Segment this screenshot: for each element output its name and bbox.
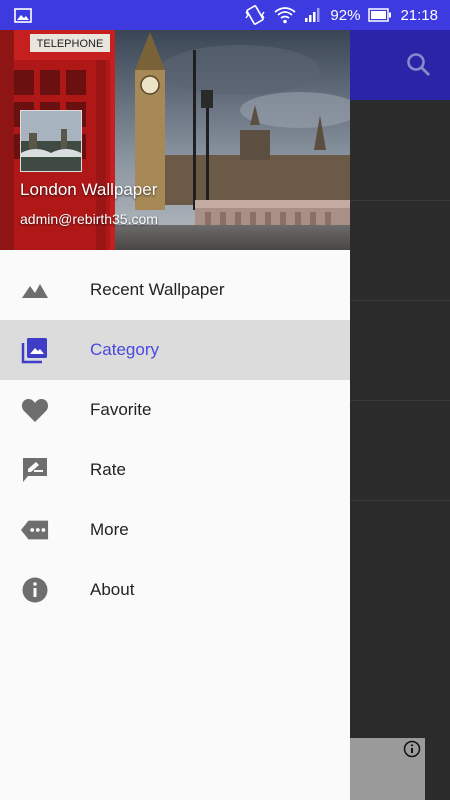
- drawer-email: admin@rebirth35.com: [20, 211, 158, 227]
- info-icon: [21, 577, 49, 603]
- status-bar: 92% 21:18: [0, 0, 450, 30]
- svg-text:TELEPHONE: TELEPHONE: [37, 38, 104, 50]
- heart-icon: [21, 397, 49, 423]
- menu-item-rate[interactable]: Rate: [0, 440, 350, 500]
- battery-percent: 92%: [330, 6, 361, 24]
- search-icon[interactable]: [406, 52, 432, 83]
- signal-icon: [304, 7, 322, 23]
- wifi-icon: [274, 5, 296, 25]
- rate-review-icon: [21, 457, 49, 483]
- menu-label: More: [90, 520, 129, 539]
- photo-library-icon: [21, 337, 49, 364]
- content-divider: [350, 200, 450, 201]
- content-divider: [350, 400, 450, 401]
- battery-icon: [368, 8, 392, 22]
- menu-item-about[interactable]: About: [0, 560, 350, 620]
- drawer-header: TELEPHONE London Wallpaper admin@rebirth…: [0, 30, 350, 250]
- more-tag-icon: [21, 517, 49, 543]
- menu-item-favorite[interactable]: Favorite: [0, 380, 350, 440]
- menu-item-more[interactable]: More: [0, 500, 350, 560]
- status-time: 21:18: [400, 6, 438, 24]
- content-divider: [350, 500, 450, 501]
- menu-item-category[interactable]: Category: [0, 320, 350, 380]
- drawer-app-name: London Wallpaper: [20, 180, 158, 199]
- menu-label: Rate: [90, 460, 126, 479]
- menu-label: About: [90, 580, 135, 599]
- menu-label: Recent Wallpaper: [90, 280, 225, 299]
- gallery-notification-icon: [14, 7, 32, 23]
- menu-label: Category: [90, 340, 159, 359]
- vibrate-icon: [244, 5, 266, 25]
- content-divider: [350, 300, 450, 301]
- menu-item-recent-wallpaper[interactable]: Recent Wallpaper: [0, 260, 350, 320]
- landscape-icon: [21, 277, 49, 303]
- navigation-drawer: TELEPHONE London Wallpaper admin@rebirth…: [0, 30, 350, 800]
- app-logo-thumbnail: [20, 110, 82, 172]
- ad-banner[interactable]: [350, 738, 425, 800]
- ad-info-icon[interactable]: [403, 740, 421, 763]
- menu-label: Favorite: [90, 400, 152, 419]
- drawer-menu: Recent Wallpaper Category Favorite Rate …: [0, 260, 350, 620]
